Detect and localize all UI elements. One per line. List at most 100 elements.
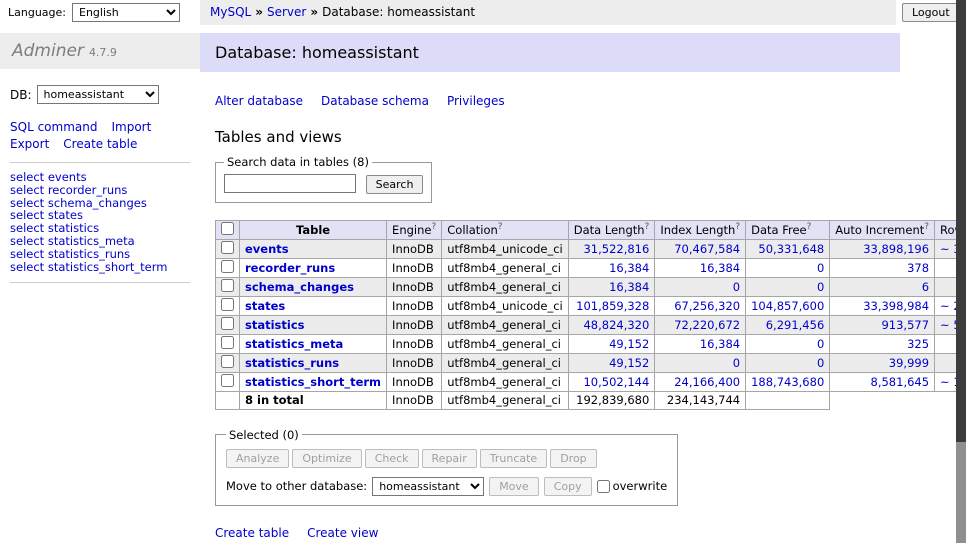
copy-button[interactable]: Copy (544, 477, 592, 496)
sidebar-link[interactable]: Import (111, 120, 151, 134)
table-name-cell: recorder_runs (240, 258, 387, 277)
sidebar-select-table-link[interactable]: select statistics_runs (10, 248, 190, 261)
row-checkbox[interactable] (221, 317, 234, 330)
sidebar-links-row1: SQL command Import (10, 120, 190, 135)
column-help-link[interactable]: ? (924, 222, 929, 232)
collation-cell: utf8mb4_general_ci (442, 353, 569, 372)
selected-action-button[interactable]: Drop (550, 449, 596, 468)
move-button[interactable]: Move (489, 477, 539, 496)
column-help-link[interactable]: ? (807, 222, 812, 232)
row-checkbox[interactable] (221, 279, 234, 292)
sidebar-select-table-link[interactable]: select statistics_short_term (10, 261, 190, 274)
search-legend: Search data in tables (8) (224, 155, 372, 169)
row-checkbox[interactable] (221, 260, 234, 273)
table-name-link[interactable]: statistics_short_term (245, 375, 381, 389)
selected-action-button[interactable]: Optimize (292, 449, 361, 468)
data-length-cell: 49,152 (568, 353, 655, 372)
data-free-cell: 0 (746, 277, 830, 296)
table-name-link[interactable]: statistics_meta (245, 337, 343, 351)
sidebar-link[interactable]: Export (10, 137, 49, 151)
table-name-link[interactable]: statistics (245, 318, 305, 332)
db-action-link[interactable]: Privileges (447, 94, 505, 108)
row-checkbox[interactable] (221, 374, 234, 387)
sidebar-link[interactable]: SQL command (10, 120, 97, 134)
move-db-select[interactable]: homeassistant (372, 477, 484, 496)
page-title: Database: homeassistant (200, 33, 900, 72)
row-checkbox[interactable] (221, 241, 234, 254)
table-name-link[interactable]: states (245, 299, 285, 313)
footer-data-length-cell: 192,839,680 (568, 391, 655, 409)
top-row: MySQL»Server»Database: homeassistant Log… (200, 0, 956, 25)
selected-action-button[interactable]: Check (365, 449, 419, 468)
scrollbar-thumb[interactable] (956, 0, 966, 442)
table-name-link[interactable]: recorder_runs (245, 261, 335, 275)
sidebar: Language: English Adminer4.7.9 DB: homea… (0, 0, 200, 543)
selected-legend: Selected (0) (226, 428, 302, 442)
table-name-cell: states (240, 296, 387, 315)
breadcrumb-current: Database: homeassistant (322, 5, 475, 19)
footer-data-free-cell (746, 391, 830, 409)
data-length-cell: 16,384 (568, 277, 655, 296)
table-row: statistics InnoDB utf8mb4_general_ci 48,… (216, 315, 966, 334)
column-header: Engine? (387, 220, 442, 239)
selected-action-button[interactable]: Analyze (226, 449, 289, 468)
column-help-link[interactable]: ? (645, 222, 650, 232)
column-header-label: Data Length (574, 223, 645, 237)
data-length-cell: 16,384 (568, 258, 655, 277)
column-help-link[interactable]: ? (498, 222, 503, 232)
table-row: events InnoDB utf8mb4_unicode_ci 31,522,… (216, 239, 966, 258)
search-button[interactable]: Search (366, 175, 424, 194)
table-name-cell: statistics (240, 315, 387, 334)
create-link[interactable]: Create view (307, 526, 378, 540)
index-length-cell: 72,220,672 (655, 315, 746, 334)
table-name-link[interactable]: statistics_runs (245, 356, 339, 370)
row-checkbox[interactable] (221, 298, 234, 311)
vertical-scrollbar[interactable] (956, 0, 966, 543)
logout-button[interactable]: Logout (902, 3, 960, 22)
breadcrumb: MySQL»Server»Database: homeassistant (200, 0, 896, 25)
row-check-cell (216, 372, 240, 391)
main-area: MySQL»Server»Database: homeassistant Log… (200, 0, 956, 543)
move-row: Move to other database: homeassistant Mo… (226, 477, 667, 496)
breadcrumb-mysql-link[interactable]: MySQL (210, 5, 251, 19)
data-length-cell: 10,502,144 (568, 372, 655, 391)
move-label: Move to other database: (226, 479, 367, 493)
sidebar-select-table-link[interactable]: select recorder_runs (10, 184, 190, 197)
engine-cell: InnoDB (387, 239, 442, 258)
row-check-cell (216, 315, 240, 334)
app-header: Adminer4.7.9 (0, 33, 200, 69)
app-logo-link[interactable]: Adminer (12, 41, 84, 61)
data-free-cell: 104,857,600 (746, 296, 830, 315)
logout-area: Logout (896, 0, 956, 22)
db-action-link[interactable]: Alter database (215, 94, 303, 108)
selected-action-button[interactable]: Repair (422, 449, 477, 468)
collation-cell: utf8mb4_general_ci (442, 334, 569, 353)
sidebar-link[interactable]: Create table (63, 137, 137, 151)
table-name-link[interactable]: events (245, 242, 289, 256)
footer-engine-cell: InnoDB (387, 391, 442, 409)
engine-cell: InnoDB (387, 315, 442, 334)
selected-action-button[interactable]: Truncate (480, 449, 547, 468)
table-name-link[interactable]: schema_changes (245, 280, 354, 294)
table-name-cell: schema_changes (240, 277, 387, 296)
auto-increment-cell: 8,581,645 (830, 372, 935, 391)
sidebar-select-table-link[interactable]: select events (10, 171, 190, 184)
search-input[interactable] (224, 174, 356, 193)
sidebar-select-table-link[interactable]: select statistics_meta (10, 235, 190, 248)
row-check-cell (216, 334, 240, 353)
data-length-cell: 31,522,816 (568, 239, 655, 258)
column-help-link[interactable]: ? (735, 222, 740, 232)
db-action-link[interactable]: Database schema (321, 94, 429, 108)
page: Language: English Adminer4.7.9 DB: homea… (0, 0, 956, 543)
db-selector-row: DB: homeassistant (10, 85, 190, 104)
language-select[interactable]: English (72, 3, 180, 22)
index-length-cell: 70,467,584 (655, 239, 746, 258)
row-checkbox[interactable] (221, 336, 234, 349)
column-help-link[interactable]: ? (431, 222, 436, 232)
select-all-checkbox[interactable] (221, 222, 234, 235)
create-link[interactable]: Create table (215, 526, 289, 540)
db-select[interactable]: homeassistant (37, 85, 159, 104)
breadcrumb-server-link[interactable]: Server (267, 5, 306, 19)
overwrite-checkbox[interactable] (597, 480, 610, 493)
row-checkbox[interactable] (221, 355, 234, 368)
